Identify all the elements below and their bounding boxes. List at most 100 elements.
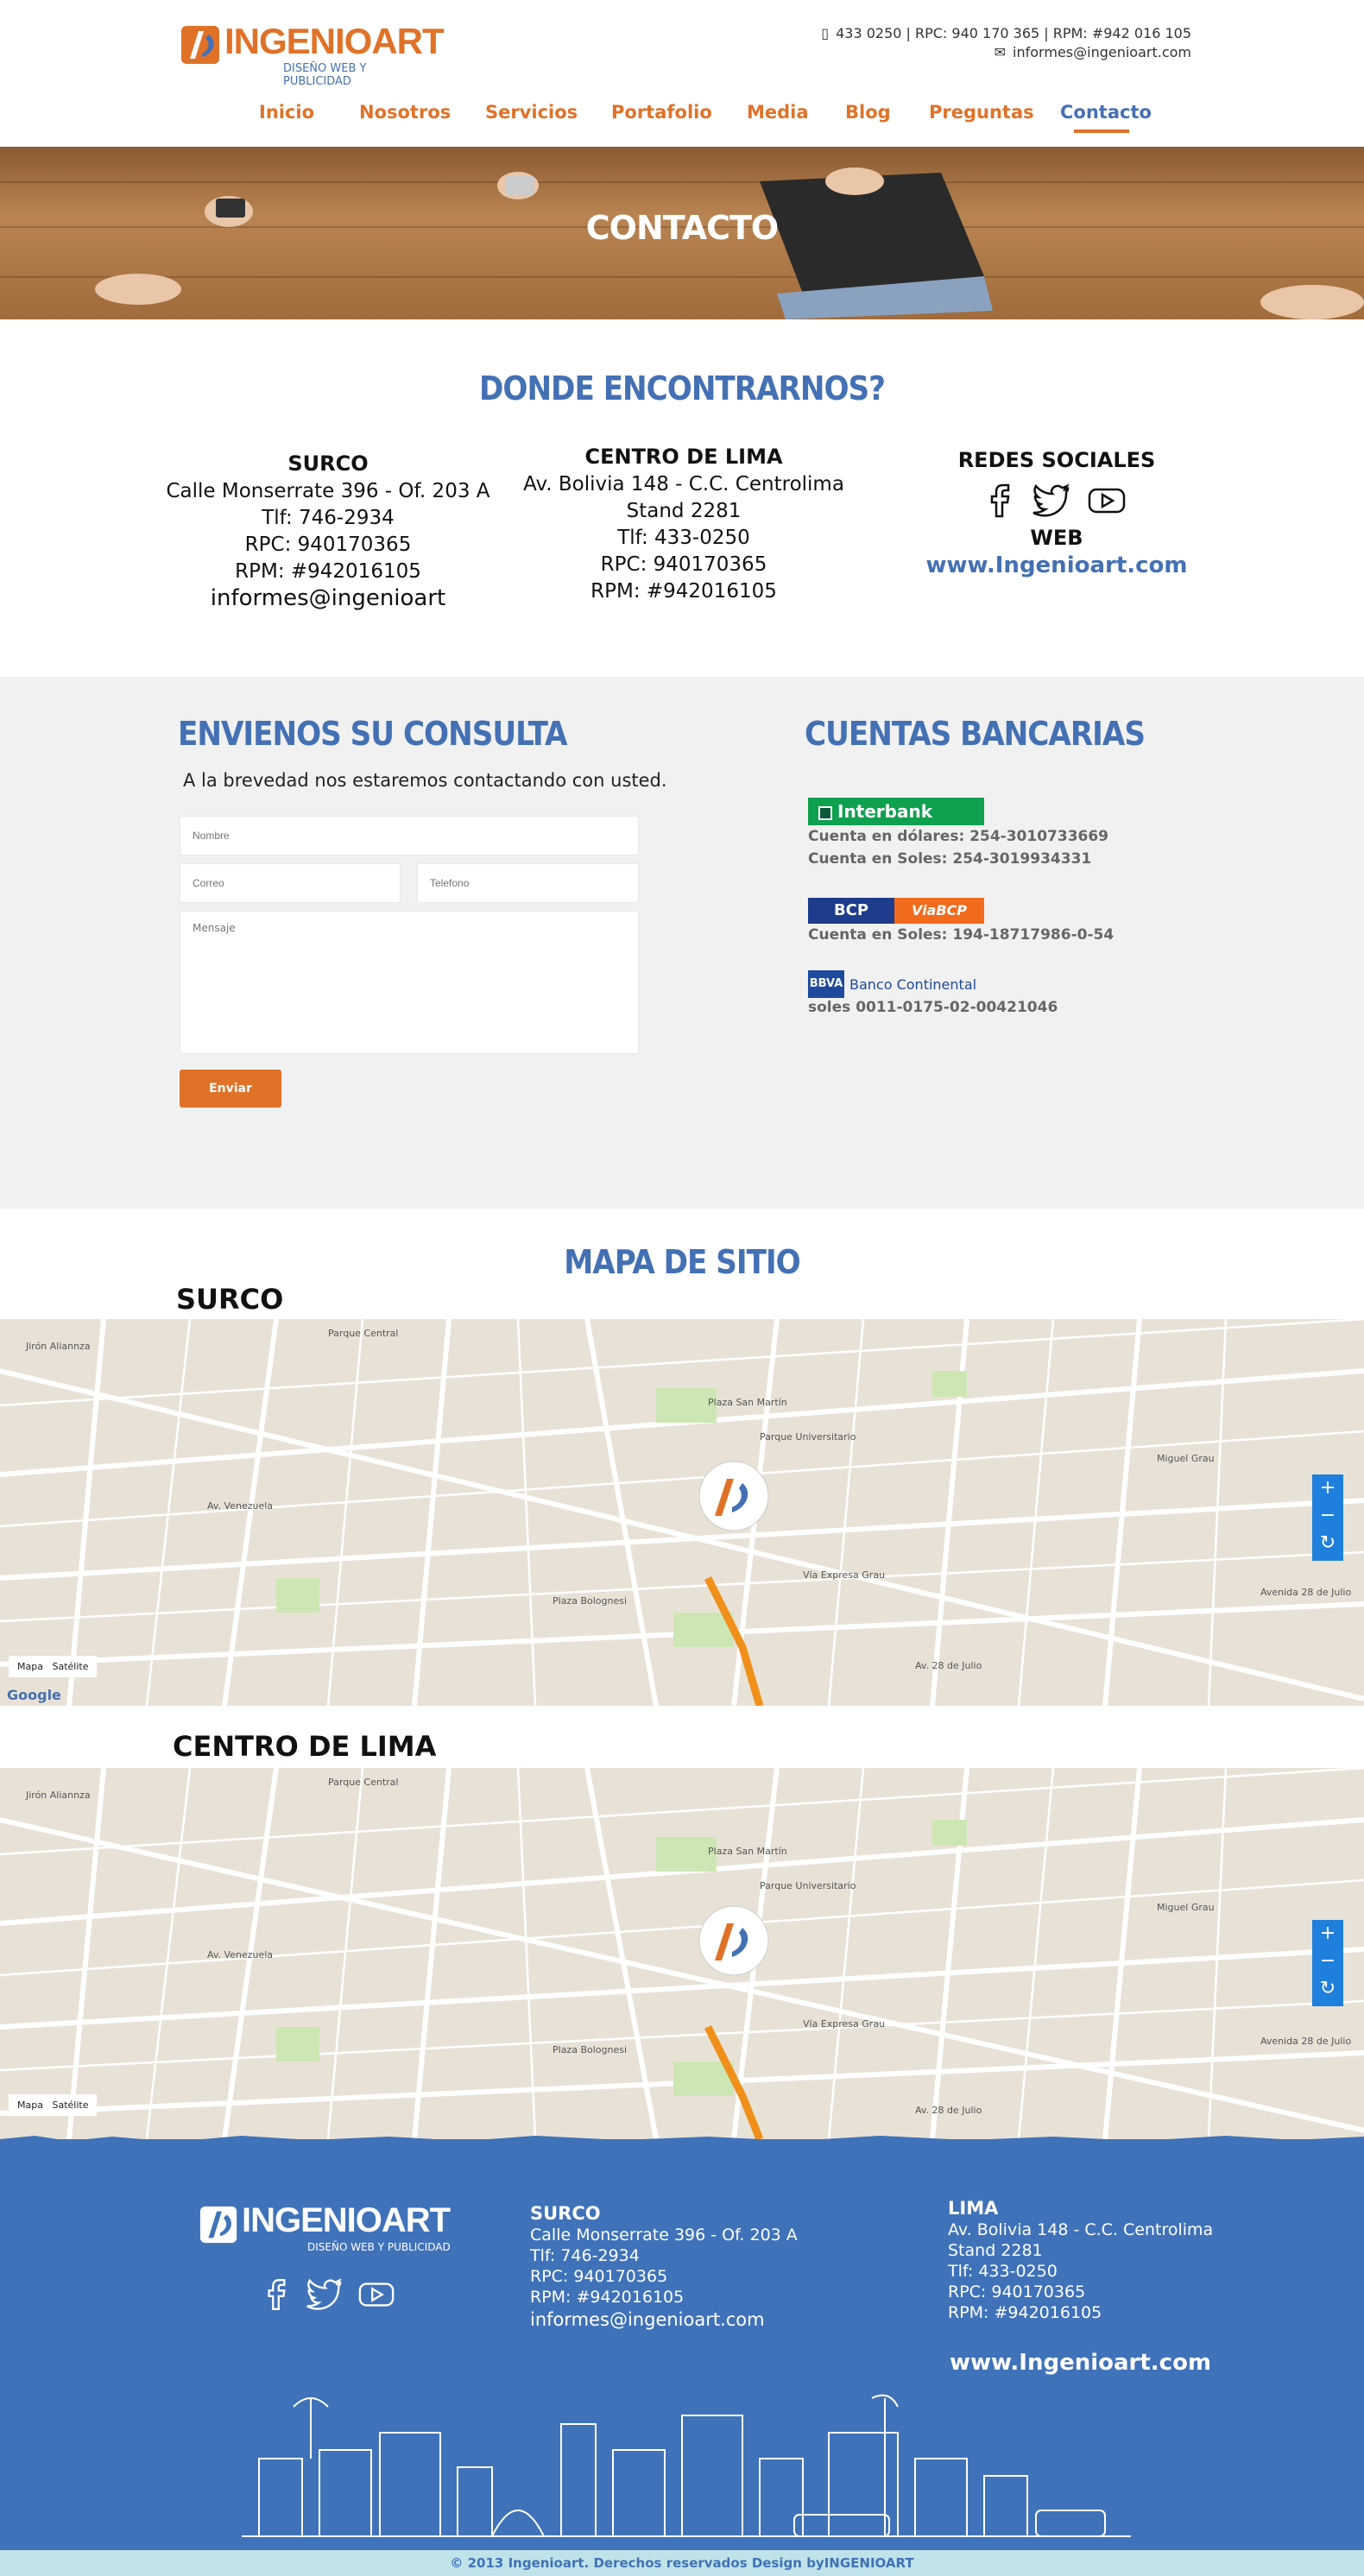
footer-surco-line1: Calle Monserrate 396 - Of. 203 A	[530, 2226, 798, 2245]
surco-line2: Tlf: 746-2934	[262, 507, 395, 529]
nav-blog[interactable]: Blog	[845, 102, 891, 123]
nav-nosotros[interactable]: Nosotros	[359, 102, 451, 123]
lima-line3: Tlf: 433-0250	[617, 527, 750, 549]
viabcp-logo-text: ViaBCP	[894, 898, 984, 924]
social-title: REDES SOCIALES	[957, 448, 1156, 472]
svg-text:Plaza Bolognesi: Plaza Bolognesi	[553, 1595, 627, 1607]
nav-inicio[interactable]: Inicio	[259, 102, 314, 123]
svg-text:Av. 28 de Julio: Av. 28 de Julio	[915, 2105, 982, 2116]
main-nav: Inicio Nosotros Servicios Portafolio Med…	[0, 102, 1364, 133]
nav-preguntas[interactable]: Preguntas	[929, 102, 1034, 123]
interbank-usd: Cuenta en dólares: 254-3010733669	[808, 828, 1109, 845]
phone-input[interactable]	[417, 863, 639, 903]
footer-lima-name: LIMA	[948, 2198, 999, 2219]
header-email[interactable]: informes@ingenioart.com	[1013, 43, 1191, 62]
nav-media[interactable]: Media	[747, 102, 809, 123]
map2-type-mapa[interactable]: Mapa	[17, 2099, 43, 2111]
logo-mark-icon	[181, 26, 219, 64]
interbank-mark-icon	[818, 805, 832, 820]
svg-text:Plaza San Martín: Plaza San Martín	[708, 1846, 787, 1857]
facebook-icon[interactable]	[987, 483, 1013, 518]
svg-text:Vía Expresa Grau: Vía Expresa Grau	[803, 1569, 885, 1581]
map2-type-satelite[interactable]: Satélite	[52, 2099, 88, 2111]
name-input[interactable]	[180, 816, 639, 856]
header-contact: ▯ 433 0250 | RPC: 940 170 365 | RPM: #942…	[821, 24, 1191, 62]
interbank-logo-text: Interbank	[837, 801, 933, 822]
brand-tagline: DISEÑO WEB Y PUBLICIDAD	[283, 62, 367, 88]
sitemap-title: MAPA DE SITIO	[564, 1243, 800, 1281]
map2-label: CENTRO DE LIMA	[173, 1730, 437, 1763]
interbank-accounts: Cuenta en dólares: 254-3010733669 Cuenta…	[808, 825, 1108, 870]
svg-text:Plaza Bolognesi: Plaza Bolognesi	[553, 2044, 627, 2055]
svg-text:Parque Central: Parque Central	[328, 1328, 398, 1339]
footer-social-icons	[264, 2277, 395, 2312]
nav-active-underline	[1074, 129, 1129, 133]
surco-address: SURCO Calle Monserrate 396 - Of. 203 A T…	[155, 451, 501, 612]
form-title: ENVIENOS SU CONSULTA	[178, 715, 567, 753]
surco-line4: RPM: #942016105	[235, 560, 421, 583]
svg-text:Jirón Aliannza: Jirón Aliannza	[25, 1341, 91, 1352]
twitter-icon[interactable]	[1030, 483, 1070, 518]
message-textarea[interactable]	[180, 911, 639, 1054]
brand-logo[interactable]: INGENIOART DISEÑO WEB Y PUBLICIDAD	[180, 21, 445, 88]
footer-brand-name: INGENIOART	[242, 2201, 451, 2239]
map2-type-switch[interactable]: Mapa Satélite	[9, 2094, 98, 2116]
banks-title: CUENTAS BANCARIAS	[805, 715, 1146, 753]
site-header: INGENIOART DISEÑO WEB Y PUBLICIDAD ▯ 433 …	[0, 0, 1364, 147]
bcp-logo: BCP ViaBCP	[808, 898, 984, 924]
map2-zoom-controls[interactable]: + − ↻	[1312, 1920, 1343, 2006]
map1-type-satelite[interactable]: Satélite	[52, 1661, 88, 1672]
bbva-logo-text: BBVA	[808, 970, 844, 998]
footer-surco-line4: RPM: #942016105	[530, 2288, 685, 2307]
footer-facebook-icon[interactable]	[264, 2277, 288, 2312]
email-input[interactable]	[180, 863, 401, 903]
svg-text:Miguel Grau: Miguel Grau	[1157, 1902, 1215, 1913]
hero-banner: CONTACTO	[0, 147, 1364, 319]
submit-button[interactable]: Enviar	[180, 1070, 281, 1108]
social-block: REDES SOCIALES WEB www.Ingenioart.com	[884, 447, 1229, 579]
lima-name: CENTRO DE LIMA	[584, 445, 783, 469]
map1-zoom-controls[interactable]: + − ↻	[1312, 1474, 1343, 1561]
footer-youtube-icon[interactable]	[357, 2277, 395, 2312]
map1-type-mapa[interactable]: Mapa	[17, 1661, 43, 1672]
footer-brand-tagline: DISEÑO WEB Y PUBLICIDAD	[307, 2241, 451, 2253]
svg-text:Parque Universitario: Parque Universitario	[760, 1880, 856, 1891]
bcp-account: Cuenta en Soles: 194-18717986-0-54	[808, 926, 1115, 944]
svg-text:Av. Venezuela: Av. Venezuela	[207, 1949, 273, 1960]
footer-surco: SURCO Calle Monserrate 396 - Of. 203 A T…	[530, 2203, 798, 2330]
svg-text:Av. Venezuela: Av. Venezuela	[207, 1500, 273, 1512]
youtube-icon[interactable]	[1087, 483, 1127, 518]
lima-line5: RPM: #942016105	[590, 580, 777, 603]
lima-line1: Av. Bolivia 148 - C.C. Centrolima	[523, 473, 844, 496]
surco-email[interactable]: informes@ingenioart	[155, 585, 501, 612]
map1-type-switch[interactable]: Mapa Satélite	[9, 1656, 98, 1677]
footer-lima-line3: Tlf: 433-0250	[948, 2262, 1058, 2281]
nav-servicios[interactable]: Servicios	[485, 102, 578, 123]
svg-text:Avenida 28 de Julio: Avenida 28 de Julio	[1260, 1587, 1351, 1598]
locate-title: DONDE ENCONTRARNOS?	[479, 369, 886, 407]
footer-lima-line1: Av. Bolivia 148 - C.C. Centrolima	[948, 2220, 1214, 2239]
nav-contacto[interactable]: Contacto	[1060, 102, 1152, 123]
svg-text:Jirón Aliannza: Jirón Aliannza	[25, 1790, 91, 1801]
footer-twitter-icon[interactable]	[304, 2277, 342, 2312]
brand-name: INGENIOART	[224, 21, 445, 61]
svg-text:Parque Universitario: Parque Universitario	[760, 1431, 856, 1443]
footer-lima-line2: Stand 2281	[948, 2241, 1043, 2260]
hero-title: CONTACTO	[585, 209, 780, 247]
footer-logo[interactable]: INGENIOART DISEÑO WEB Y PUBLICIDAD	[199, 2201, 458, 2253]
google-logo: Google	[7, 1687, 61, 1703]
surco-line3: RPC: 940170365	[244, 534, 412, 556]
map-lima[interactable]: Parque Central Plaza San Martín Parque Un…	[0, 1768, 1364, 2139]
nav-portafolio[interactable]: Portafolio	[611, 102, 712, 123]
svg-text:Plaza San Martín: Plaza San Martín	[708, 1397, 787, 1408]
bbva-account: soles 0011-0175-02-00421046	[808, 999, 1058, 1016]
map-surco[interactable]: Parque Central Plaza San Martín Parque Un…	[0, 1319, 1364, 1706]
phone-icon: ▯	[821, 25, 830, 41]
footer-logo-mark-icon	[199, 2206, 237, 2244]
footer-surco-name: SURCO	[530, 2203, 601, 2224]
footer-surco-email[interactable]: informes@ingenioart.com	[530, 2309, 798, 2330]
site-footer: INGENIOART DISEÑO WEB Y PUBLICIDAD SURCO…	[0, 2136, 1364, 2550]
web-link[interactable]: www.Ingenioart.com	[884, 552, 1229, 579]
map-lima-streets: Parque Central Plaza San Martín Parque Un…	[0, 1768, 1364, 2139]
svg-text:Parque Central: Parque Central	[328, 1777, 398, 1788]
